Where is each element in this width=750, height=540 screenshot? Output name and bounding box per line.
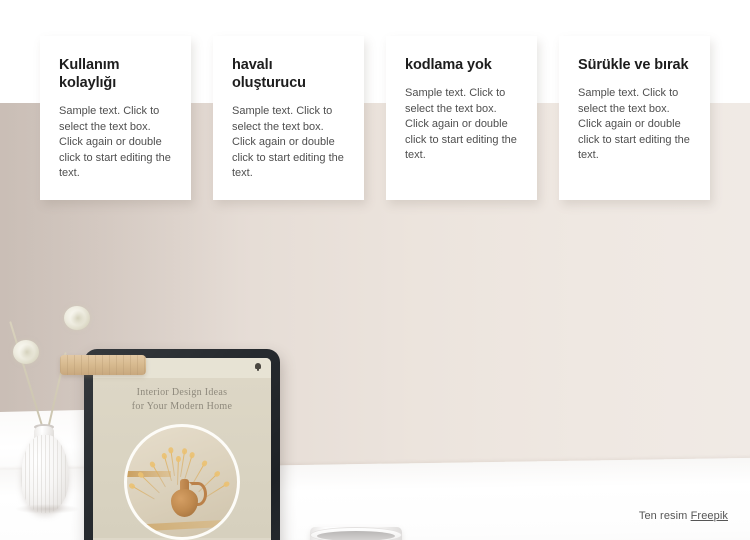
tablet-device: Interior Design Ideas for Your Modern Ho…	[84, 349, 280, 540]
feature-card-title: Kullanım kolaylığı	[59, 57, 120, 91]
feature-card-title: Sürükle ve bırak	[578, 57, 689, 73]
white-ceramic-mug	[310, 523, 425, 540]
wooden-tablet-stand	[60, 355, 146, 375]
feature-cards-row: Kullanım kolaylığı Sample text. Click to…	[0, 0, 750, 200]
feature-card[interactable]: havalı oluşturucu Sample text. Click to …	[213, 36, 364, 200]
mug-body	[310, 527, 402, 540]
tablet-headline: Interior Design Ideas for Your Modern Ho…	[93, 386, 271, 414]
dried-flower-head	[64, 306, 90, 330]
image-credit-prefix: Ten resim	[638, 510, 691, 522]
feature-card-body: Sample text. Click to select the text bo…	[59, 105, 171, 179]
freepik-link[interactable]: Freepik	[691, 510, 728, 522]
white-ribbed-vase	[21, 435, 69, 513]
feature-card-title: havalı oluşturucu	[232, 57, 306, 91]
feature-card[interactable]: Sürükle ve bırak Sample text. Click to s…	[559, 36, 710, 200]
image-credit: Ten resim Freepik	[639, 510, 728, 522]
terracotta-jug	[171, 489, 198, 517]
tablet-screen[interactable]: Interior Design Ideas for Your Modern Ho…	[93, 358, 271, 540]
circular-product-image	[124, 424, 240, 540]
dried-flower-head	[13, 340, 39, 364]
feature-card-title: kodlama yok	[405, 57, 492, 73]
page-root: Interior Design Ideas for Your Modern Ho…	[0, 0, 750, 540]
vase-shadow	[14, 504, 80, 514]
feature-card[interactable]: kodlama yok Sample text. Click to select…	[386, 36, 537, 200]
wooden-table-detail	[132, 519, 237, 532]
feature-card-body: Sample text. Click to select the text bo…	[578, 87, 690, 161]
bell-icon[interactable]	[255, 363, 261, 371]
feature-card[interactable]: Kullanım kolaylığı Sample text. Click to…	[40, 36, 191, 200]
feature-card-body: Sample text. Click to select the text bo…	[405, 87, 517, 161]
tablet-headline-line1: Interior Design Ideas	[136, 387, 228, 398]
tablet-headline-line2: for Your Modern Home	[131, 401, 233, 412]
tablet-hero-section: Interior Design Ideas for Your Modern Ho…	[93, 378, 271, 540]
feature-card-body: Sample text. Click to select the text bo…	[232, 105, 344, 179]
mug-interior	[317, 531, 395, 540]
